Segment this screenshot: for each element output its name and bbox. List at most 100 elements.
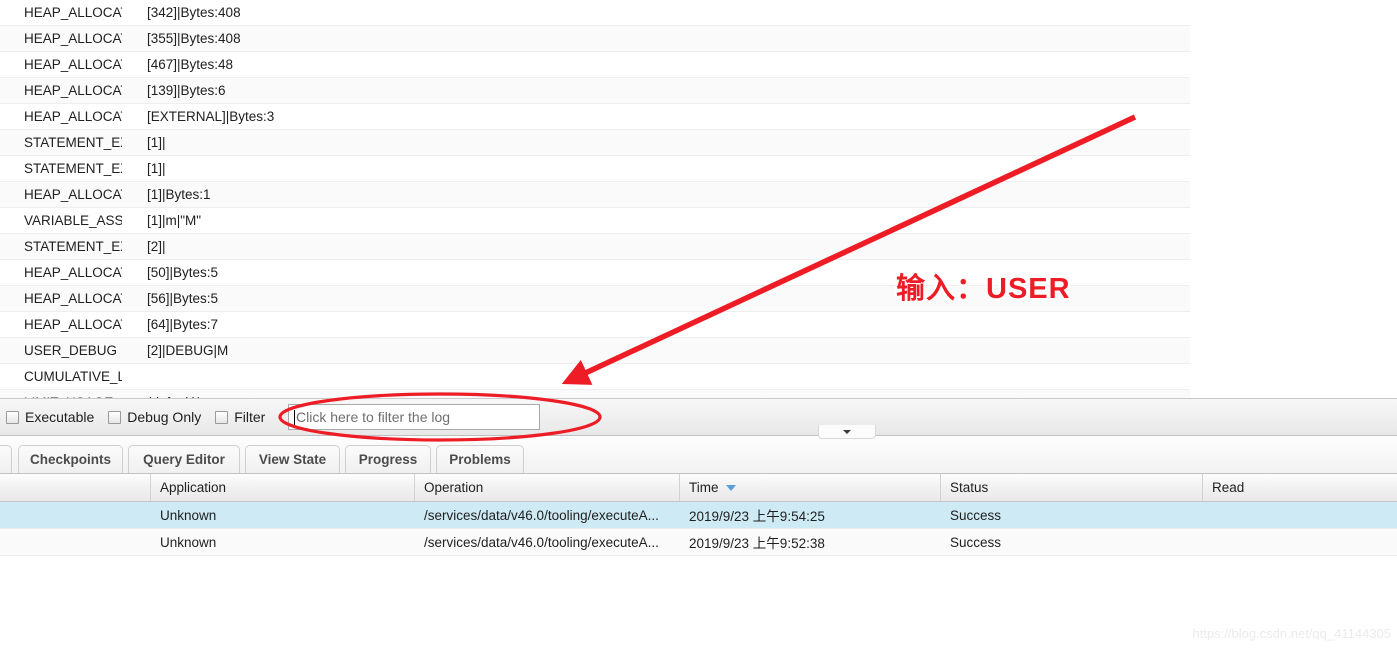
checkbox-filter[interactable]: Filter — [215, 399, 273, 435]
chevron-down-icon[interactable] — [818, 425, 876, 439]
log-filter-bar: Executable Debug Only Filter — [0, 398, 1397, 436]
column-header-label: Application — [160, 480, 227, 495]
cell-operation: /services/data/v46.0/tooling/executeA... — [424, 534, 659, 550]
column-header-application[interactable]: Application — [151, 474, 415, 501]
request-table-header: Application Operation Time Status Read — [0, 474, 1397, 502]
log-row[interactable]: CUMULATIVE_L... — [0, 364, 1190, 390]
checkbox-executable-label: Executable — [25, 409, 95, 425]
log-row[interactable]: HEAP_ALLOCATE [64]|Bytes:7 — [0, 312, 1190, 338]
table-row[interactable]: Unknown/services/data/v46.0/tooling/exec… — [0, 502, 1397, 529]
tab-label: Progress — [358, 452, 418, 467]
log-filter-input[interactable]: Click here to filter the log — [288, 404, 540, 430]
tab-query-editor[interactable]: Query Editor — [128, 445, 240, 473]
log-row-detail: [1]|Bytes:1 — [147, 187, 211, 202]
checkbox-filter-label: Filter — [234, 409, 266, 425]
log-row[interactable]: HEAP_ALLOCATE [342]|Bytes:408 — [0, 0, 1190, 26]
log-row[interactable]: HEAP_ALLOCATE [467]|Bytes:48 — [0, 52, 1190, 78]
column-header-label: Time — [689, 480, 719, 495]
log-row-event: HEAP_ALLOCATE — [24, 5, 122, 20]
log-row-detail: [342]|Bytes:408 — [147, 5, 241, 20]
checkbox-debug-only-box[interactable] — [108, 410, 122, 424]
log-row-event: HEAP_ALLOCATE — [24, 57, 122, 72]
log-row-event: HEAP_ALLOCATE — [24, 187, 122, 202]
log-row-detail: [1]| — [147, 135, 166, 150]
cell-application: Unknown — [160, 507, 217, 523]
log-row-detail: [1]|m|"M" — [147, 213, 202, 228]
log-row-detail: [EXTERNAL]|Bytes:3 — [147, 109, 275, 124]
cell-operation: /services/data/v46.0/tooling/executeA... — [424, 507, 659, 523]
log-row-event: CUMULATIVE_L... — [24, 369, 122, 384]
log-row-event: HEAP_ALLOCATE — [24, 109, 122, 124]
site-watermark: https://blog.csdn.net/qq_41144305 — [1192, 626, 1391, 641]
apex-log-list[interactable]: HEAP_ALLOCATE[342]|Bytes:408HEAP_ALLOCAT… — [0, 0, 1397, 398]
tab-label: View State — [258, 452, 327, 467]
cell-read — [1203, 529, 1397, 555]
log-row-event: HEAP_ALLOCATE — [24, 83, 122, 98]
log-row-event: HEAP_ALLOCATE — [24, 31, 122, 46]
log-row[interactable]: VARIABLE_ASSI... [1]|m|"M" — [0, 208, 1190, 234]
checkbox-debug-only[interactable]: Debug Only — [108, 399, 209, 435]
sort-descending-icon[interactable] — [725, 484, 736, 491]
checkbox-executable-box[interactable] — [6, 410, 19, 424]
log-filter-placeholder: Click here to filter the log — [296, 409, 451, 425]
request-log-table[interactable]: Application Operation Time Status Read Unkno… — [0, 474, 1397, 649]
column-header-status[interactable]: Status — [941, 474, 1203, 501]
column-header-label: Read — [1212, 480, 1245, 495]
checkbox-executable[interactable]: Executable — [6, 399, 102, 435]
log-row[interactable]: STATEMENT_EX... [1]| — [0, 130, 1190, 156]
log-row-event: USER_DEBUG — [24, 343, 118, 358]
log-row[interactable]: STATEMENT_EX... [2]| — [0, 234, 1190, 260]
column-header-select[interactable] — [0, 474, 151, 501]
log-row[interactable]: HEAP_ALLOCATE [56]|Bytes:5 — [0, 286, 1190, 312]
log-row-detail: [64]|Bytes:7 — [147, 317, 219, 332]
tab-strip-edge-stub — [0, 445, 12, 473]
log-row-event: STATEMENT_EX... — [24, 239, 122, 254]
log-row-detail: [139]|Bytes:6 — [147, 83, 226, 98]
bottom-tab-strip[interactable]: Checkpoints Query Editor View State Progres… — [0, 437, 1397, 474]
table-row[interactable]: Unknown/services/data/v46.0/tooling/exec… — [0, 529, 1397, 556]
tab-label: Checkpoints — [29, 452, 111, 467]
tab-view-state[interactable]: View State — [245, 445, 340, 473]
log-row[interactable]: STATEMENT_EX... [1]| — [0, 156, 1190, 182]
cell-time: 2019/9/23 上午9:54:25 — [689, 509, 825, 524]
tab-label: Query Editor — [143, 452, 225, 467]
tab-problems[interactable]: Problems — [436, 445, 524, 473]
log-row[interactable]: HEAP_ALLOCATE [139]|Bytes:6 — [0, 78, 1190, 104]
log-row-event: HEAP_ALLOCATE — [24, 317, 122, 332]
log-row[interactable]: HEAP_ALLOCATE [355]|Bytes:408 — [0, 26, 1190, 52]
log-row[interactable]: HEAP_ALLOCATE [EXTERNAL]|Bytes:3 — [0, 104, 1190, 130]
checkbox-debug-only-label: Debug Only — [127, 409, 202, 425]
cell-select — [0, 502, 151, 528]
log-row-event: VARIABLE_ASSI... — [24, 213, 122, 228]
log-row-detail: [2]|DEBUG|M — [147, 343, 229, 358]
log-row-event: HEAP_ALLOCATE — [24, 265, 122, 280]
log-row-event: STATEMENT_EX... — [24, 135, 122, 150]
request-table-body[interactable]: Unknown/services/data/v46.0/tooling/exec… — [0, 502, 1397, 556]
log-row-detail: [50]|Bytes:5 — [147, 265, 219, 280]
tab-checkpoints[interactable]: Checkpoints — [18, 445, 123, 473]
log-row-detail: [56]|Bytes:5 — [147, 291, 219, 306]
checkbox-filter-box[interactable] — [215, 410, 229, 424]
cell-read — [1203, 502, 1397, 528]
text-caret — [294, 409, 295, 425]
cell-select — [0, 529, 151, 555]
chevron-down-glyph — [843, 429, 851, 434]
log-row[interactable]: USER_DEBUG [2]|DEBUG|M — [0, 338, 1190, 364]
cell-application: Unknown — [160, 534, 217, 550]
tab-progress[interactable]: Progress — [345, 445, 431, 473]
log-row[interactable]: HEAP_ALLOCATE [1]|Bytes:1 — [0, 182, 1190, 208]
log-row-detail: [467]|Bytes:48 — [147, 57, 234, 72]
cell-time: 2019/9/23 上午9:52:38 — [689, 536, 825, 551]
log-row-detail: [355]|Bytes:408 — [147, 31, 241, 46]
log-row-detail: [1]| — [147, 161, 166, 176]
column-header-label: Operation — [424, 480, 484, 495]
log-row-event: HEAP_ALLOCATE — [24, 291, 122, 306]
column-header-time[interactable]: Time — [680, 474, 941, 501]
column-header-operation[interactable]: Operation — [415, 474, 680, 501]
column-header-read[interactable]: Read — [1203, 474, 1397, 501]
cell-status: Success — [950, 507, 1002, 523]
column-header-label: Status — [950, 480, 989, 495]
cell-status: Success — [950, 534, 1002, 550]
log-row[interactable]: LIMIT_USAGE(default)| — [0, 390, 1190, 398]
log-row[interactable]: HEAP_ALLOCATE [50]|Bytes:5 — [0, 260, 1190, 286]
